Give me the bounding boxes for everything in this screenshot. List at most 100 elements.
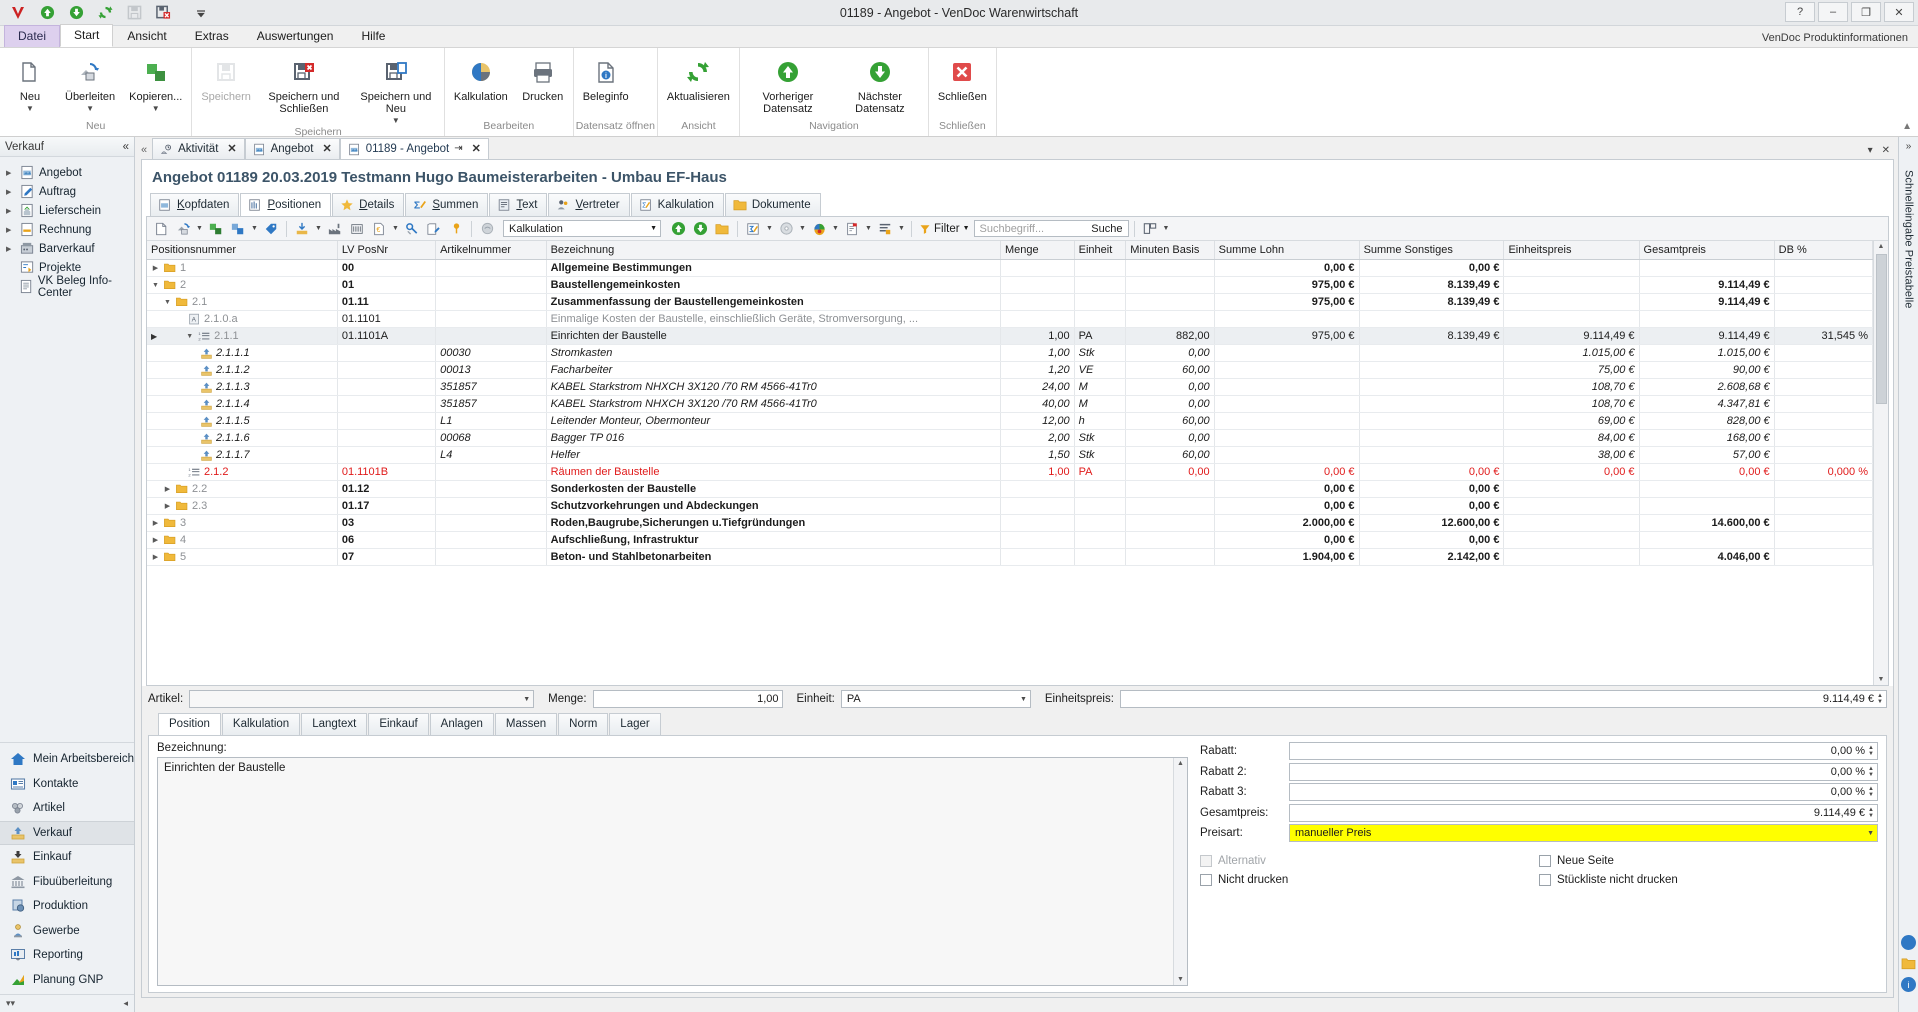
document-tab-aktivit-t[interactable]: Aktivität✕ — [152, 138, 244, 159]
transfer-position-icon[interactable] — [173, 219, 193, 239]
column-header-artikelnummer[interactable]: Artikelnummer — [436, 241, 547, 260]
calc-sheet-icon[interactable] — [743, 219, 763, 239]
ribbon-button-speichern-und-neu[interactable]: Speichern und Neu▼ — [350, 53, 442, 126]
sidebar-item-barverkauf[interactable]: ▶Barverkauf — [0, 239, 134, 258]
scroll-up-icon[interactable]: ▲ — [1177, 758, 1184, 769]
checkbox-neue-seite[interactable]: Neue Seite — [1539, 851, 1878, 870]
memo-scrollbar[interactable]: ▲ ▼ — [1173, 758, 1187, 985]
sidebar-module-gewerbe[interactable]: Gewerbe — [0, 919, 134, 944]
einheitspreis-stepper[interactable]: ▲▼ — [1874, 693, 1883, 705]
color-caret-icon[interactable]: ▼ — [831, 225, 840, 232]
doc-tabs-close-icon[interactable]: ✕ — [1882, 145, 1890, 156]
pin-icon[interactable] — [446, 219, 466, 239]
ribbon-tab-start[interactable]: Start — [60, 24, 113, 47]
document-tab-01189-angebot[interactable]: 01189 - Angebot⇥✕ — [340, 138, 489, 159]
twisty-icon[interactable]: ▶ — [151, 264, 160, 272]
insert-subposition-icon[interactable] — [228, 219, 248, 239]
table-row[interactable]: ▶507Beton- und Stahlbetonarbeiten1.904,0… — [147, 549, 1873, 566]
table-row[interactable]: 2.1.1.3351857KABEL Starkstrom NHXCH 3X12… — [147, 379, 1873, 396]
chevron-down-icon[interactable]: ▼ — [392, 117, 400, 124]
list-caret-icon[interactable]: ▼ — [897, 225, 906, 232]
column-header-summe-lohn[interactable]: Summe Lohn — [1214, 241, 1359, 260]
checkbox-stückliste-nicht-drucken[interactable]: Stückliste nicht drucken — [1539, 870, 1878, 889]
ribbon-button-nächster-datensatz[interactable]: Nächster Datensatz — [834, 53, 926, 117]
rail-expand-icon[interactable]: » — [1906, 137, 1912, 156]
import-icon[interactable] — [292, 219, 312, 239]
sidebar-module-reporting[interactable]: Reporting — [0, 943, 134, 968]
sidebar-item-rechnung[interactable]: ▶Rechnung — [0, 220, 134, 239]
report-icon[interactable] — [842, 219, 862, 239]
twisty-icon[interactable]: ▶ — [151, 553, 160, 561]
expand-arrow-icon[interactable]: ▶ — [6, 169, 16, 177]
sidebar-item-lieferschein[interactable]: ▶Lieferschein — [0, 201, 134, 220]
einheitspreis-field[interactable]: 9.114,49 € ▲▼ — [1120, 690, 1887, 708]
ribbon-button-überleiten[interactable]: Überleiten▼ — [58, 53, 122, 114]
sidebar-module-mein-arbeitsbereich[interactable]: Mein Arbeitsbereich — [0, 747, 134, 772]
table-row[interactable]: ▶303Roden,Baugrube,Sicherungen u.Tiefgrü… — [147, 515, 1873, 532]
help-button[interactable]: ? — [1785, 2, 1815, 22]
ribbon-button-beleginfo[interactable]: iBeleginfo — [576, 53, 636, 105]
field-rabatt-2[interactable]: 0,00 %▲▼ — [1289, 763, 1878, 781]
move-down-icon[interactable] — [690, 219, 710, 239]
twisty-icon[interactable]: ▶ — [151, 519, 160, 527]
ribbon-tab-datei[interactable]: Datei — [4, 25, 60, 47]
table-row[interactable]: ▶2.201.12Sonderkosten der Baustelle0,00 … — [147, 481, 1873, 498]
transfer-caret-icon[interactable]: ▼ — [195, 225, 204, 232]
chevron-down-icon[interactable]: ▼ — [1867, 830, 1874, 837]
grid-vertical-scrollbar[interactable]: ▲ ▼ — [1873, 241, 1888, 685]
chevron-down-icon[interactable]: ▼ — [26, 105, 34, 112]
stepper[interactable]: ▲▼ — [1865, 745, 1874, 757]
column-header-summe-sonstiges[interactable]: Summe Sonstiges — [1359, 241, 1504, 260]
column-header-positionsnummer[interactable]: Positionsnummer — [147, 241, 337, 260]
minimize-button[interactable]: – — [1818, 2, 1848, 22]
arrow-down-icon[interactable] — [66, 3, 86, 23]
sidebar-module-fibuüberleitung[interactable]: Fibuüberleitung — [0, 870, 134, 895]
stepper[interactable]: ▲▼ — [1865, 766, 1874, 778]
maximize-button[interactable]: ❐ — [1851, 2, 1881, 22]
table-row[interactable]: 2.1.1.5L1Leitender Monteur, Obermonteur1… — [147, 413, 1873, 430]
field-gesamtpreis[interactable]: 9.114,49 €▲▼ — [1289, 804, 1878, 822]
save-close-icon[interactable] — [153, 3, 173, 23]
column-header-lv-posnr[interactable]: LV PosNr — [337, 241, 435, 260]
sidebar-collapse-icon[interactable]: « — [123, 141, 129, 153]
stepper[interactable]: ▲▼ — [1865, 807, 1874, 819]
table-row[interactable]: 2.1.1.4351857KABEL Starkstrom NHXCH 3X12… — [147, 396, 1873, 413]
product-info-link[interactable]: VenDoc Produktinformationen — [1762, 32, 1908, 44]
ribbon-button-neu[interactable]: Neu▼ — [2, 53, 58, 114]
scrollbar-thumb[interactable] — [1876, 254, 1887, 404]
detail-tab-lager[interactable]: Lager — [609, 713, 660, 735]
detail-tab-position[interactable]: Position — [158, 713, 221, 735]
table-row[interactable]: ▼201Baustellengemeinkosten975,00 €8.139,… — [147, 277, 1873, 294]
move-up-icon[interactable] — [668, 219, 688, 239]
tag-icon[interactable] — [261, 219, 281, 239]
tab-kopfdaten[interactable]: Kopfdaten — [150, 193, 239, 216]
field-preisart[interactable]: manueller Preis▼ — [1289, 824, 1878, 842]
document-tab-angebot[interactable]: Angebot✕ — [245, 138, 340, 159]
tab-summen[interactable]: ΣSummen — [405, 193, 488, 216]
stone-icon[interactable] — [477, 219, 497, 239]
table-row[interactable]: A2.1.0.a01.1101Einmalige Kosten der Baus… — [147, 311, 1873, 328]
scroll-down-icon[interactable]: ▼ — [1878, 674, 1885, 685]
close-icon[interactable]: ✕ — [472, 142, 481, 156]
layout-icon[interactable] — [1140, 219, 1160, 239]
sidebar-config-icon[interactable]: ◂ — [123, 998, 128, 1009]
table-row[interactable]: 2.1.1.7L4Helfer1,50Stk60,0038,00 €57,00 … — [147, 447, 1873, 464]
bezeichnung-textarea[interactable]: Einrichten der Baustelle ▲ ▼ — [157, 757, 1188, 986]
link-icon[interactable] — [402, 219, 422, 239]
folder-yellow-icon[interactable] — [1901, 957, 1916, 970]
import-caret-icon[interactable]: ▼ — [314, 225, 323, 232]
table-row[interactable]: ▶2.301.17Schutzvorkehrungen und Abdeckun… — [147, 498, 1873, 515]
table-row[interactable]: ▶406Aufschließung, Infrastruktur0,00 €0,… — [147, 532, 1873, 549]
sidebar-module-produktion[interactable]: Produktion — [0, 894, 134, 919]
twisty-icon[interactable]: ▶ — [163, 485, 172, 493]
menge-field[interactable]: 1,00 — [593, 690, 783, 708]
arrow-up-icon[interactable] — [37, 3, 57, 23]
table-row[interactable]: 2.1.1.600068Bagger TP 0162,00Stk0,0084,0… — [147, 430, 1873, 447]
tab-details[interactable]: Details — [332, 193, 404, 216]
close-icon[interactable]: ✕ — [227, 142, 236, 156]
twisty-icon[interactable]: ▼ — [163, 299, 172, 306]
twisty-icon[interactable]: ▼ — [151, 282, 160, 289]
stepper[interactable]: ▲▼ — [1865, 786, 1874, 798]
ribbon-button-kalkulation[interactable]: Kalkulation — [447, 53, 515, 105]
calc-sheet-caret-icon[interactable]: ▼ — [765, 225, 774, 232]
